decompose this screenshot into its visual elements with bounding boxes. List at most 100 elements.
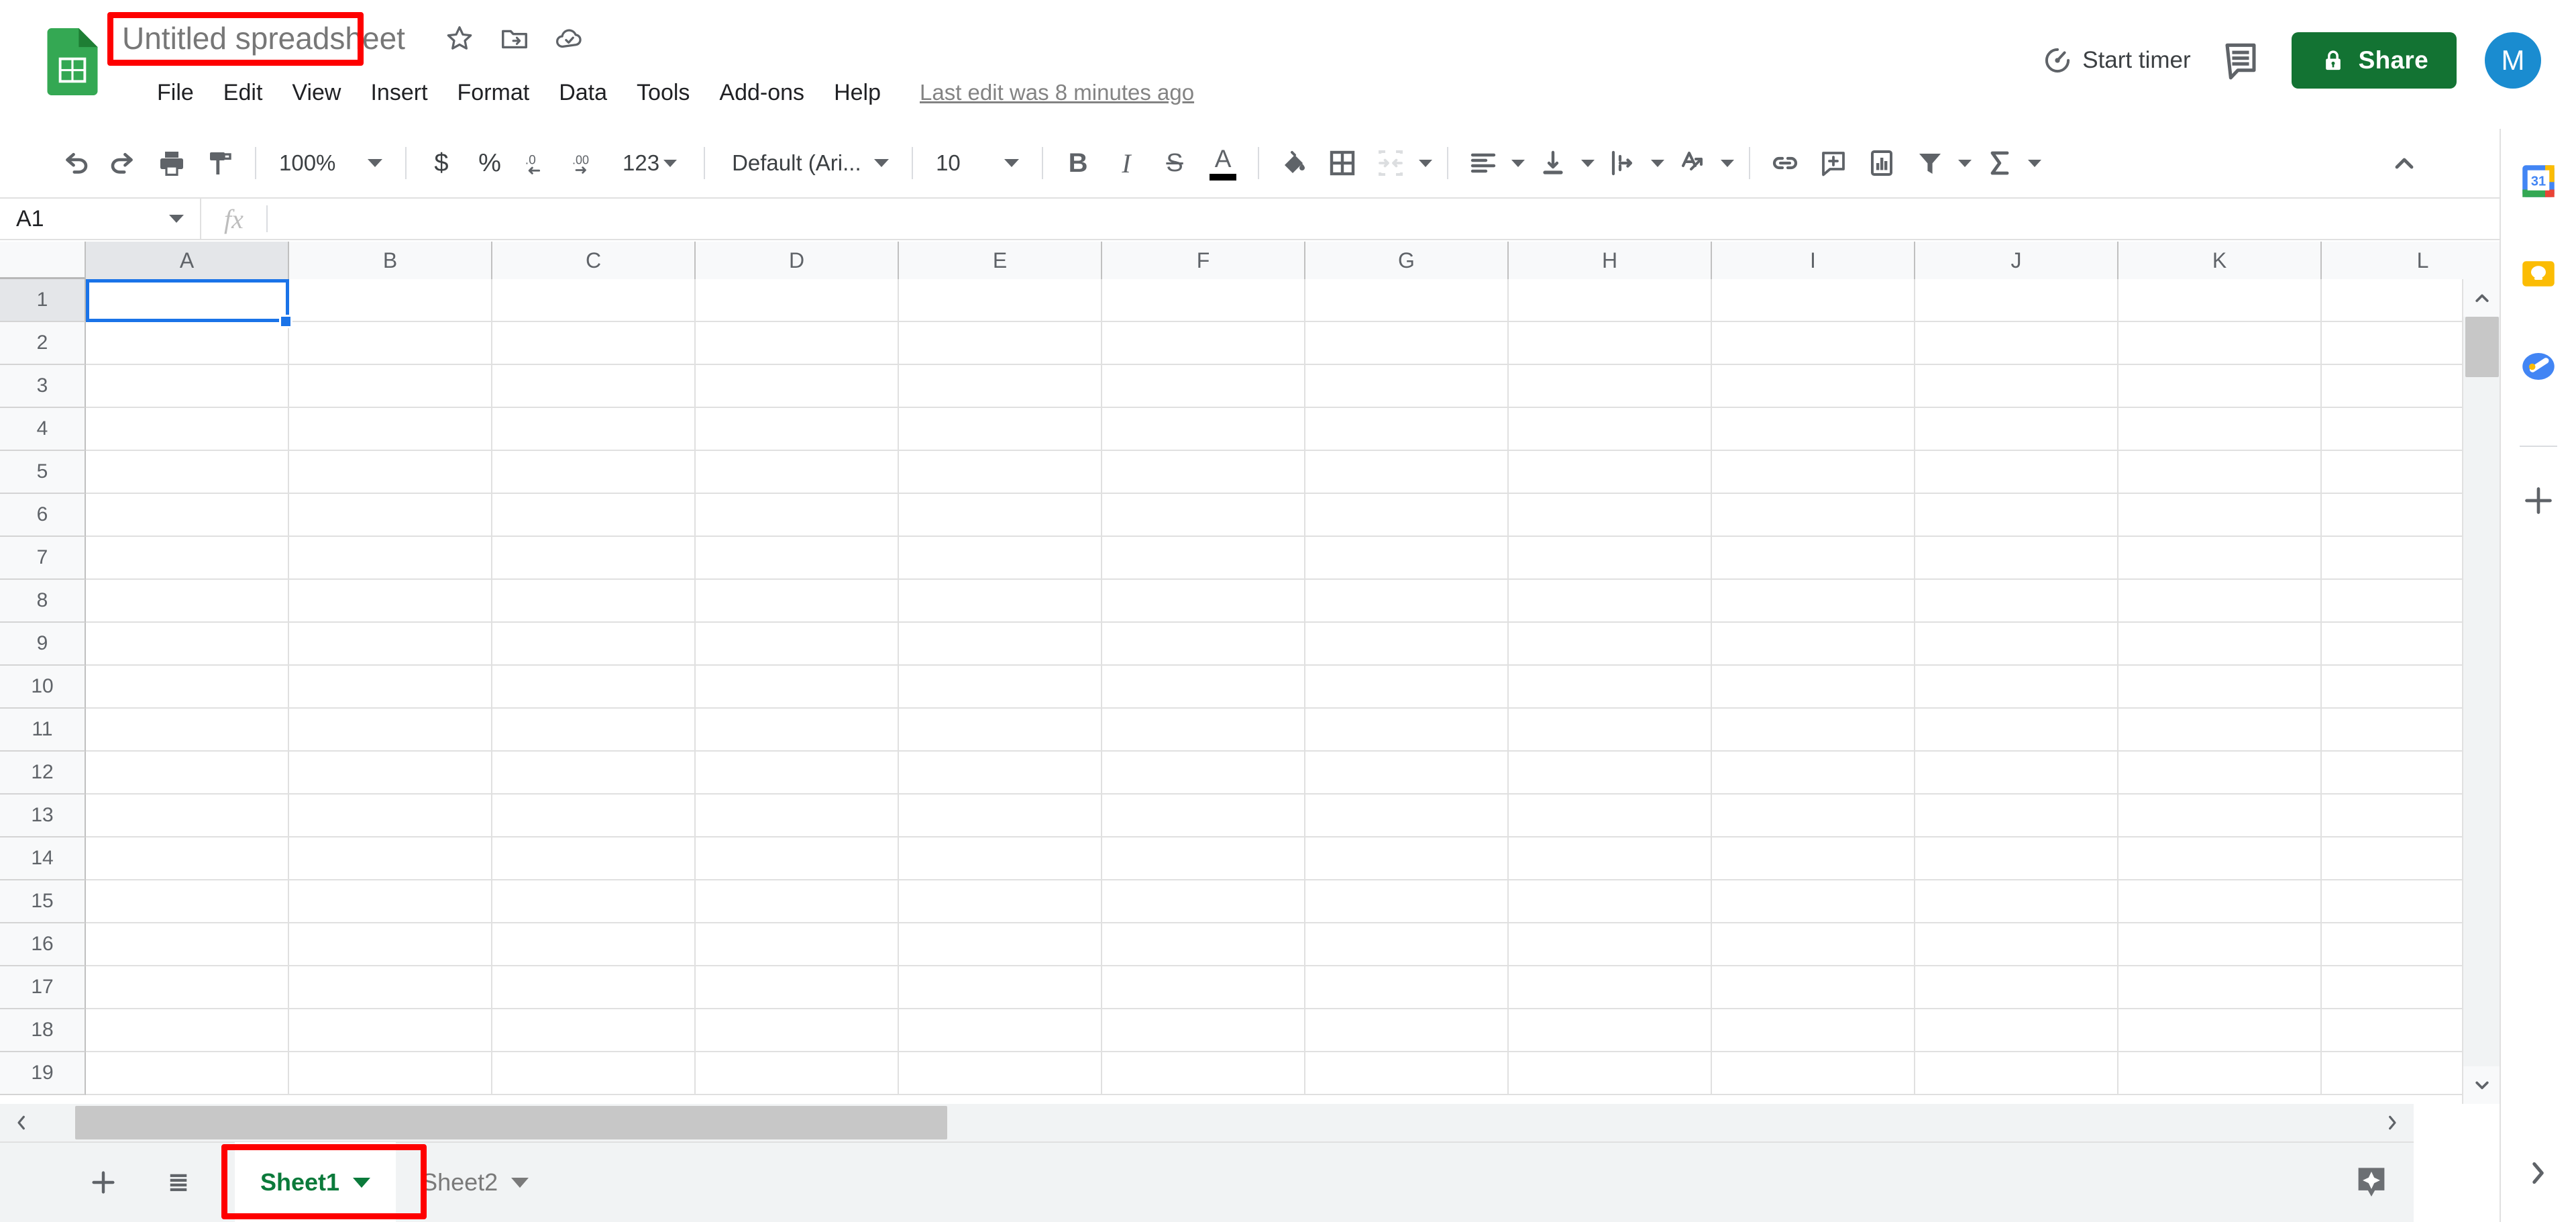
cell-C7[interactable] — [492, 537, 696, 580]
move-to-folder-icon[interactable] — [499, 23, 530, 54]
row-header-7[interactable]: 7 — [0, 537, 86, 580]
vertical-scroll-thumb[interactable] — [2465, 317, 2499, 377]
cell-F13[interactable] — [1102, 795, 1305, 837]
cell-K6[interactable] — [2118, 494, 2322, 537]
cell-G7[interactable] — [1305, 537, 1509, 580]
cell-B1[interactable] — [289, 279, 492, 322]
cell-E10[interactable] — [899, 666, 1102, 709]
cell-D4[interactable] — [696, 408, 899, 451]
cell-H14[interactable] — [1509, 837, 1712, 880]
cell-A5[interactable] — [86, 451, 289, 494]
cell-I4[interactable] — [1712, 408, 1915, 451]
filter-button[interactable] — [1906, 139, 1954, 187]
cell-C6[interactable] — [492, 494, 696, 537]
chevron-down-icon[interactable] — [353, 1177, 371, 1188]
cell-C10[interactable] — [492, 666, 696, 709]
cell-C16[interactable] — [492, 923, 696, 966]
cell-K19[interactable] — [2118, 1052, 2322, 1095]
column-header-I[interactable]: I — [1712, 242, 1915, 279]
row-header-1[interactable]: 1 — [0, 279, 86, 322]
avatar[interactable]: M — [2485, 32, 2541, 89]
cell-B6[interactable] — [289, 494, 492, 537]
chevron-down-icon[interactable] — [511, 1177, 529, 1188]
horizontal-scroll-track[interactable] — [43, 1104, 2414, 1141]
cell-K16[interactable] — [2118, 923, 2322, 966]
cell-G19[interactable] — [1305, 1052, 1509, 1095]
borders-button[interactable] — [1318, 139, 1366, 187]
font-size-selector[interactable]: 10 — [924, 139, 1031, 187]
cell-B18[interactable] — [289, 1009, 492, 1052]
scroll-left-button[interactable] — [0, 1104, 43, 1141]
cell-D14[interactable] — [696, 837, 899, 880]
comment-icon[interactable] — [2219, 39, 2262, 82]
cell-I19[interactable] — [1712, 1052, 1915, 1095]
cell-B7[interactable] — [289, 537, 492, 580]
cell-F5[interactable] — [1102, 451, 1305, 494]
sheets-logo-icon[interactable] — [46, 28, 99, 95]
cell-C1[interactable] — [492, 279, 696, 322]
menu-file[interactable]: File — [142, 72, 209, 113]
google-tasks-icon[interactable] — [2518, 346, 2559, 387]
cell-H1[interactable] — [1509, 279, 1712, 322]
cell-I11[interactable] — [1712, 709, 1915, 752]
cell-C19[interactable] — [492, 1052, 696, 1095]
cell-D12[interactable] — [696, 752, 899, 795]
cell-A3[interactable] — [86, 365, 289, 408]
cell-B2[interactable] — [289, 322, 492, 365]
cell-G11[interactable] — [1305, 709, 1509, 752]
cell-E17[interactable] — [899, 966, 1102, 1009]
cell-C18[interactable] — [492, 1009, 696, 1052]
cell-F4[interactable] — [1102, 408, 1305, 451]
column-header-D[interactable]: D — [696, 242, 899, 279]
row-header-16[interactable]: 16 — [0, 923, 86, 966]
cell-J11[interactable] — [1915, 709, 2118, 752]
cell-K18[interactable] — [2118, 1009, 2322, 1052]
cell-I5[interactable] — [1712, 451, 1915, 494]
horizontal-scrollbar[interactable] — [0, 1104, 2414, 1141]
cell-I6[interactable] — [1712, 494, 1915, 537]
column-header-F[interactable]: F — [1102, 242, 1305, 279]
cell-D5[interactable] — [696, 451, 899, 494]
cell-J17[interactable] — [1915, 966, 2118, 1009]
cell-J2[interactable] — [1915, 322, 2118, 365]
cell-J18[interactable] — [1915, 1009, 2118, 1052]
row-header-9[interactable]: 9 — [0, 623, 86, 666]
column-header-B[interactable]: B — [289, 242, 492, 279]
cell-I16[interactable] — [1712, 923, 1915, 966]
add-sheet-button[interactable] — [85, 1164, 122, 1201]
cell-E1[interactable] — [899, 279, 1102, 322]
row-header-17[interactable]: 17 — [0, 966, 86, 1009]
undo-button[interactable] — [51, 139, 99, 187]
column-header-J[interactable]: J — [1915, 242, 2118, 279]
decrease-decimal-button[interactable]: .0 — [514, 139, 562, 187]
cell-B9[interactable] — [289, 623, 492, 666]
row-header-12[interactable]: 12 — [0, 752, 86, 795]
cell-F10[interactable] — [1102, 666, 1305, 709]
cell-C13[interactable] — [492, 795, 696, 837]
vertical-align-chevron-down-icon[interactable] — [1581, 159, 1595, 167]
cell-A19[interactable] — [86, 1052, 289, 1095]
insert-chart-button[interactable] — [1858, 139, 1906, 187]
cell-E15[interactable] — [899, 880, 1102, 923]
redo-button[interactable] — [99, 139, 148, 187]
formula-input[interactable] — [268, 198, 2500, 240]
cell-D9[interactable] — [696, 623, 899, 666]
bold-button[interactable]: B — [1054, 139, 1102, 187]
cell-E13[interactable] — [899, 795, 1102, 837]
cell-I18[interactable] — [1712, 1009, 1915, 1052]
all-sheets-button[interactable] — [160, 1164, 197, 1201]
vertical-scrollbar[interactable] — [2462, 279, 2501, 1104]
increase-decimal-button[interactable]: .00 — [562, 139, 610, 187]
row-header-5[interactable]: 5 — [0, 451, 86, 494]
merge-cells-chevron-down-icon[interactable] — [1419, 159, 1433, 167]
scroll-up-button[interactable] — [2463, 279, 2501, 317]
scroll-down-button[interactable] — [2463, 1066, 2501, 1104]
cell-H8[interactable] — [1509, 580, 1712, 623]
collapse-toolbar-button[interactable] — [2380, 139, 2428, 187]
cell-G5[interactable] — [1305, 451, 1509, 494]
format-percent-button[interactable]: % — [466, 139, 514, 187]
cell-K1[interactable] — [2118, 279, 2322, 322]
functions-chevron-down-icon[interactable] — [2028, 159, 2042, 167]
menu-insert[interactable]: Insert — [356, 72, 442, 113]
menu-tools[interactable]: Tools — [622, 72, 704, 113]
